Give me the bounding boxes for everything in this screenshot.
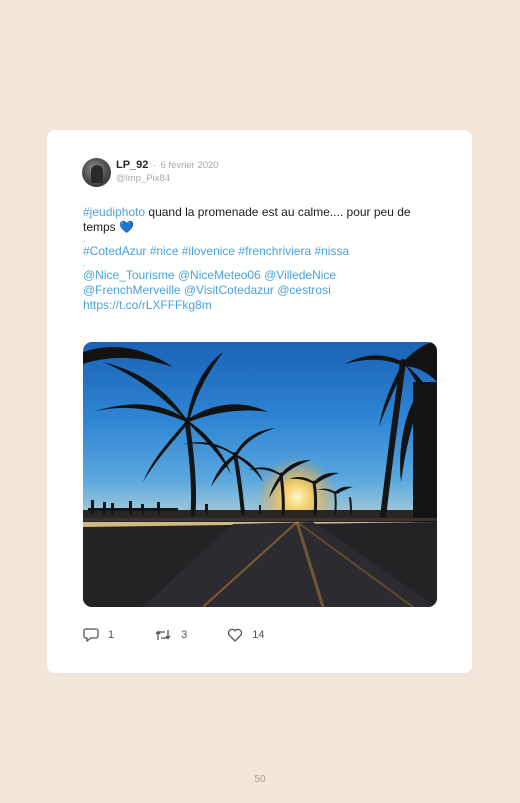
author-handle[interactable]: @lmp_Pix84 <box>116 172 219 185</box>
author-name[interactable]: LP_92 <box>116 159 148 171</box>
tweet-url[interactable]: https://t.co/rLXFFFkg8m <box>83 298 443 313</box>
retweet-icon <box>155 630 171 640</box>
tweet-paragraph: #jeudiphoto quand la promenade est au ca… <box>83 205 443 235</box>
hashtags-line[interactable]: #CotedAzur #nice #ilovenice #frenchrivie… <box>83 244 443 259</box>
heart-icon <box>228 628 243 642</box>
reply-icon <box>83 628 99 642</box>
like-count: 14 <box>252 629 265 641</box>
reply-button[interactable]: 1 <box>83 628 114 642</box>
palm-promenade-sunset-icon <box>83 342 437 607</box>
mentions-line[interactable]: @Nice_Tourisme @NiceMeteo06 @VilledeNice <box>83 268 443 283</box>
tweet-text: #jeudiphoto quand la promenade est au ca… <box>83 205 443 313</box>
avatar[interactable] <box>82 158 111 187</box>
hashtag-link[interactable]: #jeudiphoto <box>83 205 145 219</box>
dot-separator: . <box>83 258 86 268</box>
like-button[interactable]: 14 <box>227 628 265 642</box>
mentions-line[interactable]: @FrenchMerveille @VisitCotedazur @cestro… <box>83 283 443 298</box>
meta-separator: · <box>152 160 157 171</box>
tweet-actions: 1 3 14 <box>83 628 305 642</box>
tweet-header: LP_92 · 6 février 2020 @lmp_Pix84 <box>82 157 219 187</box>
dot-separator: . <box>83 234 86 244</box>
page-number: 50 <box>254 774 266 785</box>
blue-heart-icon: 💙 <box>119 220 134 234</box>
retweet-button[interactable]: 3 <box>154 628 187 642</box>
tweet-card: LP_92 · 6 février 2020 @lmp_Pix84 #jeudi… <box>47 130 472 673</box>
retweet-count: 3 <box>181 629 188 641</box>
reply-count: 1 <box>108 629 115 641</box>
tweet-date[interactable]: 6 février 2020 <box>161 160 219 171</box>
tweet-photo[interactable] <box>83 342 437 607</box>
tweet-meta: LP_92 · 6 février 2020 @lmp_Pix84 <box>116 157 219 187</box>
